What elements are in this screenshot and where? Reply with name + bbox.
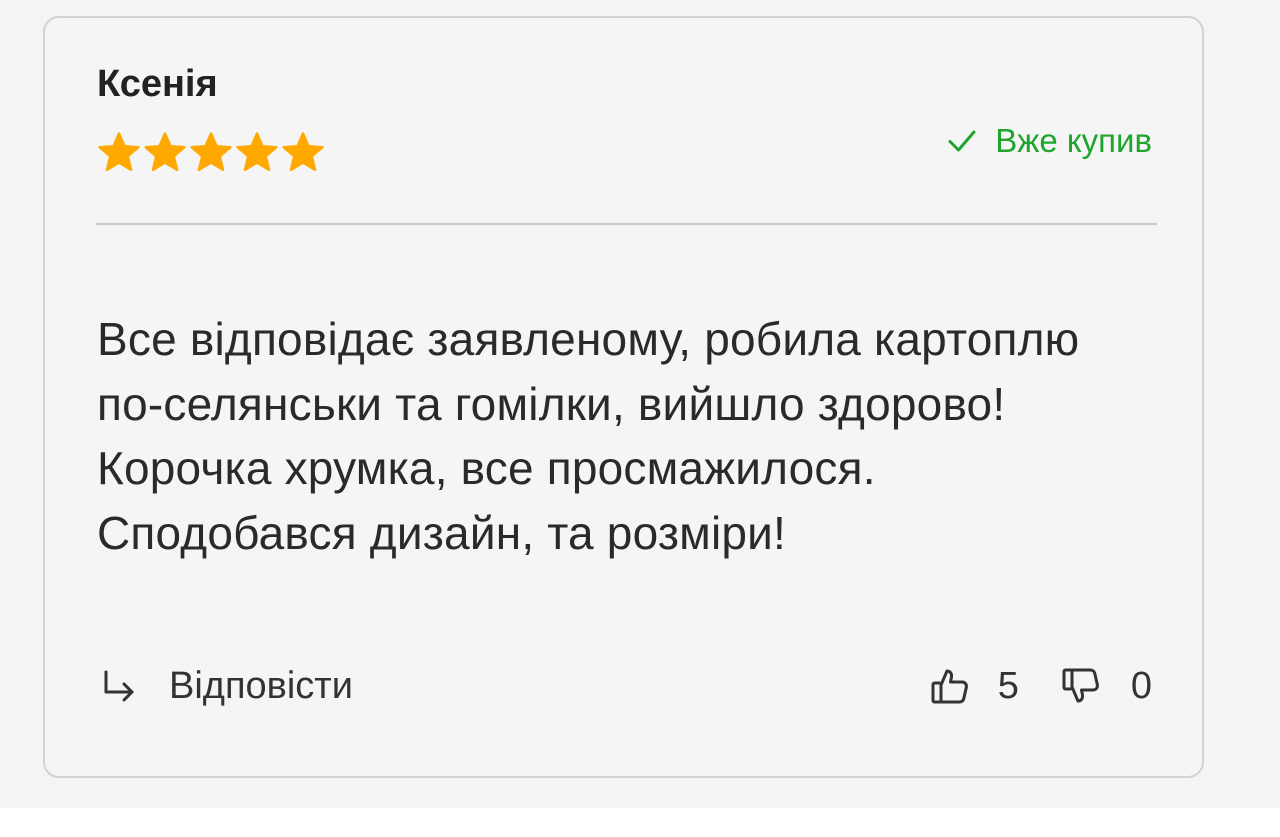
page-bottom-strip — [0, 808, 1280, 837]
divider — [96, 223, 1157, 225]
star-rating — [96, 131, 326, 173]
purchased-badge: Вже купив — [947, 120, 1152, 162]
reply-arrow-icon — [104, 670, 134, 702]
review-text: Все відповідає заявленому, робила картоп… — [97, 313, 1080, 559]
reply-label: Відповісти — [169, 664, 353, 707]
thumbs-down-icon — [1062, 668, 1099, 703]
like-button[interactable]: 5 — [930, 665, 1019, 708]
star-icon — [142, 131, 188, 173]
star-icon — [96, 131, 142, 173]
dislike-button[interactable]: 0 — [1061, 665, 1152, 708]
star-icon — [280, 131, 326, 173]
dislike-count: 0 — [1130, 664, 1152, 707]
reply-button[interactable]: Відповісти — [101, 662, 353, 710]
thumbs-up-icon — [931, 669, 968, 704]
check-icon — [948, 130, 976, 152]
like-count: 5 — [997, 664, 1019, 707]
purchased-label: Вже купив — [995, 122, 1152, 159]
review-author: Ксенія — [97, 63, 218, 105]
star-icon — [234, 131, 280, 173]
review-card: Ксенія Вже купив Все відповідає заявлено… — [43, 16, 1204, 778]
vote-controls: 5 0 — [930, 662, 1152, 710]
star-icon — [188, 131, 234, 173]
